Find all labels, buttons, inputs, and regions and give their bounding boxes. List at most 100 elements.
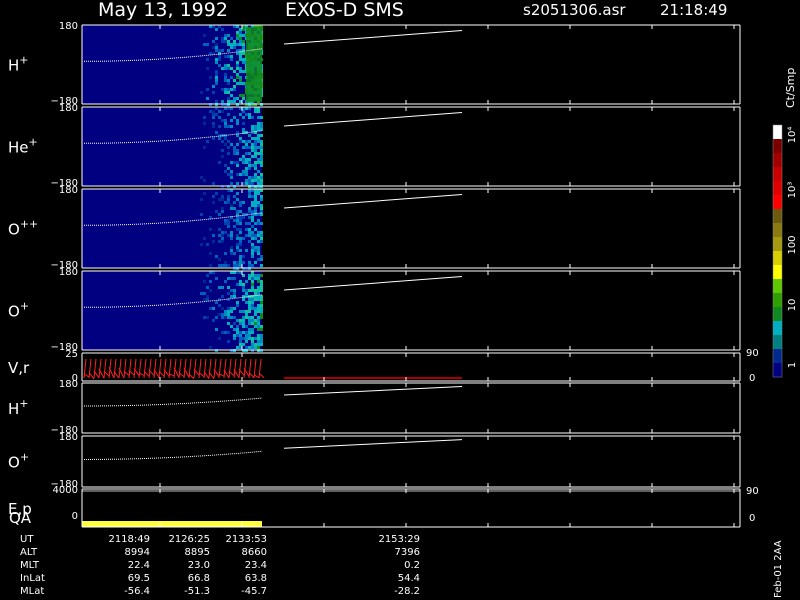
spectrogram-cell (257, 137, 260, 140)
spectrogram-cell (245, 173, 248, 176)
spectrogram-cell (236, 319, 239, 322)
spectrogram-cell (230, 94, 233, 97)
spectrogram-cell (209, 280, 212, 283)
spectrogram-cell (260, 283, 263, 286)
spectrogram-cell (254, 201, 257, 204)
spectrogram-cell (245, 143, 248, 146)
spectrogram-cell (236, 61, 239, 64)
spectrogram-cell (257, 152, 260, 155)
spectrogram-cell (236, 43, 239, 46)
velocity-mark (123, 358, 127, 379)
spectrogram-cell (227, 152, 230, 155)
spectrogram-cell (245, 161, 248, 164)
spectrogram-cell (230, 295, 233, 298)
spectrogram-cell (227, 307, 230, 310)
spectrogram-cell (239, 331, 242, 334)
spectrogram-cell (254, 195, 257, 198)
spectrogram-cell (254, 307, 257, 310)
qa-label: QA (9, 509, 32, 527)
velocity-mark (148, 358, 152, 379)
spectrogram-cell (221, 49, 224, 52)
spectrogram-cell (218, 64, 221, 67)
spectrogram-cell (236, 97, 239, 100)
spectrogram-cell (239, 249, 242, 252)
spectrogram-cell (233, 85, 236, 88)
spectrogram-cell (218, 304, 221, 307)
trace-line (84, 450, 263, 460)
spectrogram-cell (233, 161, 236, 164)
spectrogram-cell (242, 310, 245, 313)
spectrogram-cell (245, 146, 248, 149)
spectrogram-band (246, 27, 262, 102)
spectrogram-cell (254, 155, 257, 158)
spectrogram-cell (257, 343, 260, 346)
spectrogram-cell (248, 152, 251, 155)
spectrogram-cell (224, 119, 227, 122)
spectrogram-cell (227, 82, 230, 85)
spectrogram-cell (236, 334, 239, 337)
spectrogram-cell (254, 152, 257, 155)
right-max: 90 (746, 486, 759, 497)
spectrogram-cell (248, 274, 251, 277)
spectrogram-cell (251, 286, 254, 289)
spectrogram-cell (251, 210, 254, 213)
spectrogram-cell (260, 316, 263, 319)
spectrogram-cell (212, 319, 215, 322)
velocity-mark (253, 374, 260, 379)
spectrogram-cell (248, 161, 251, 164)
spectrogram-cell (224, 231, 227, 234)
spectrogram-cell (254, 298, 257, 301)
spectrogram-cell (239, 76, 242, 79)
spectrogram-cell (218, 49, 221, 52)
spectrogram-cell (242, 97, 245, 100)
spectrogram-cell (215, 301, 218, 304)
spectrogram-cell (200, 91, 203, 94)
spectrogram-cell (260, 301, 263, 304)
spectrogram-cell (260, 173, 263, 176)
spectrogram-cell (260, 231, 263, 234)
spectrogram-cell (242, 46, 245, 49)
spectrogram-cell (233, 152, 236, 155)
spectrogram-cell (239, 283, 242, 286)
row-label: MLT (20, 560, 40, 571)
spectrogram-cell (257, 234, 260, 237)
spectrogram-cell (245, 280, 248, 283)
spectrogram-cell (254, 192, 257, 195)
spectrogram-cell (251, 149, 254, 152)
spectrogram-cell (224, 76, 227, 79)
spectrogram-cell (227, 125, 230, 128)
spectrogram-cell (257, 298, 260, 301)
qa-bar (82, 521, 262, 527)
spectrogram-cell (218, 313, 221, 316)
spectrogram-cell (254, 137, 257, 140)
panel-label: V,r (8, 359, 30, 377)
spectrogram-cell (227, 340, 230, 343)
spectrogram-cell (254, 222, 257, 225)
spectrogram-cell (224, 67, 227, 70)
spectrogram-cell (248, 140, 251, 143)
spectrogram-cell (245, 167, 248, 170)
spectrogram-cell (236, 119, 239, 122)
spectrogram-cell (251, 219, 254, 222)
spectrogram-cell (260, 116, 263, 119)
spectrogram-cell (260, 176, 263, 179)
spectrogram-cell (248, 176, 251, 179)
colorbar-tick-label: 10 (787, 299, 798, 312)
spectrogram-cell (257, 304, 260, 307)
spectrogram-cell (215, 316, 218, 319)
spectrogram-cell (224, 252, 227, 255)
spectrogram-cell (227, 322, 230, 325)
spectrogram-cell (227, 292, 230, 295)
spectrogram-cell (230, 58, 233, 61)
row-label: UT (20, 534, 34, 545)
spectrogram-cell (239, 310, 242, 313)
spectrogram-cell (242, 170, 245, 173)
spectrogram-cell (200, 176, 203, 179)
spectrogram-cell (248, 337, 251, 340)
spectrogram-cell (257, 337, 260, 340)
spectrogram-cell (215, 43, 218, 46)
spectrogram-cell (254, 176, 257, 179)
spectrogram-cell (215, 28, 218, 31)
trace-line (283, 112, 463, 127)
spectrogram-cell (248, 277, 251, 280)
